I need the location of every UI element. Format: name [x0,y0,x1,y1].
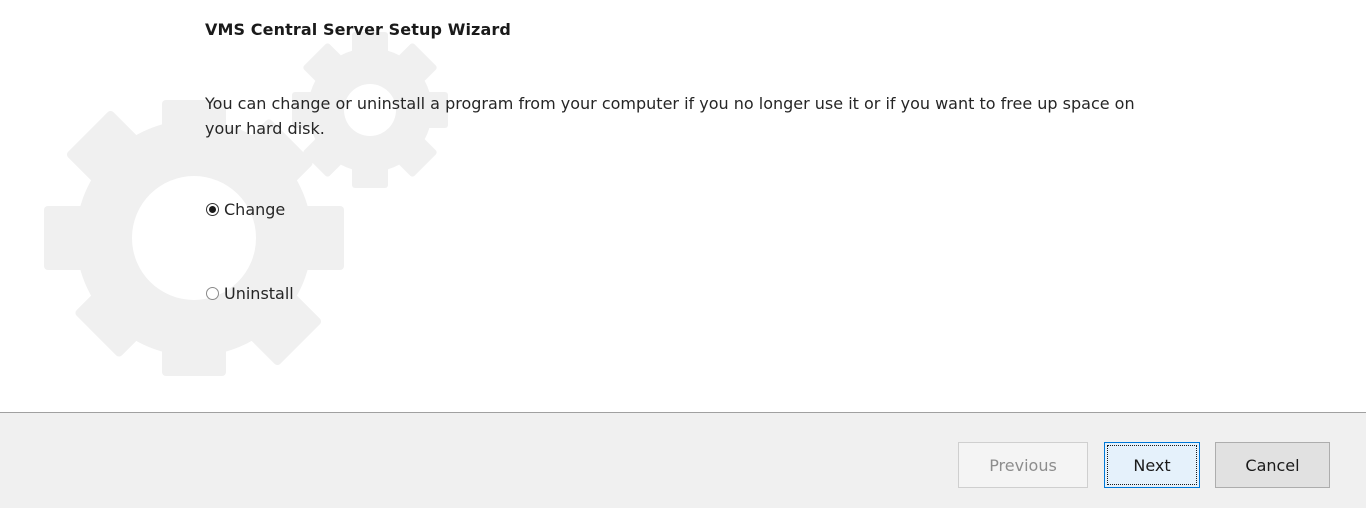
next-button[interactable]: Next [1104,442,1200,488]
next-button-label: Next [1133,455,1171,475]
previous-button[interactable]: Previous [958,442,1088,488]
radio-selected-dot [209,206,216,213]
uninstall-option[interactable]: Uninstall [206,284,294,303]
uninstall-option-label: Uninstall [224,284,294,303]
wizard-description: You can change or uninstall a program fr… [205,94,1135,138]
setup-wizard-window: VMS Central Server Setup Wizard You can … [0,0,1366,508]
change-option[interactable]: Change [206,200,285,219]
change-radio-button[interactable] [206,203,219,216]
uninstall-radio-button[interactable] [206,287,219,300]
cancel-button[interactable]: Cancel [1215,442,1330,488]
change-option-label: Change [224,200,286,219]
wizard-title: VMS Central Server Setup Wizard [205,20,511,39]
wizard-footer: Previous Next Cancel [0,412,1366,508]
